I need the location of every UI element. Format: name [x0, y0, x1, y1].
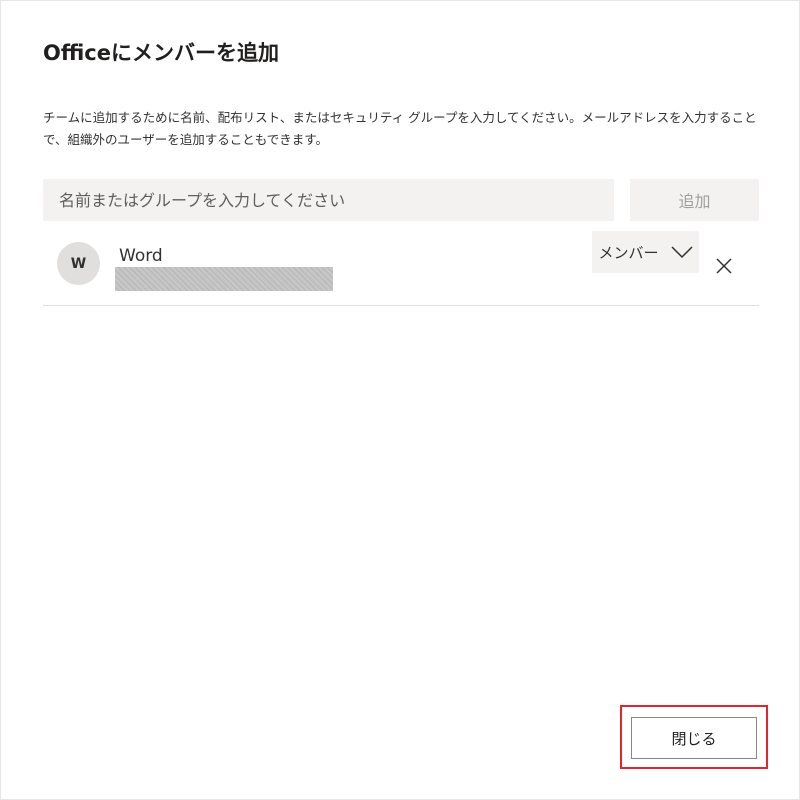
add-button[interactable]: 追加	[630, 179, 759, 221]
remove-member-button[interactable]	[711, 253, 737, 279]
redacted-email	[115, 267, 333, 291]
member-role-label: メンバー	[598, 243, 659, 262]
chevron-down-icon	[670, 246, 693, 259]
member-search-input[interactable]	[43, 179, 614, 221]
close-icon	[716, 258, 732, 274]
member-name: Word	[119, 246, 163, 266]
member-role-dropdown[interactable]: メンバー	[592, 231, 699, 273]
dialog-title: Officeにメンバーを追加	[43, 41, 279, 65]
avatar: W	[57, 242, 100, 285]
close-button[interactable]: 閉じる	[631, 717, 757, 759]
member-list-item: W Word メンバー	[43, 223, 759, 306]
dialog-description: チームに追加するために名前、配布リスト、またはセキュリティ グループを入力してく…	[43, 110, 757, 147]
add-members-dialog: Officeにメンバーを追加 チームに追加するために名前、配布リスト、またはセキ…	[0, 0, 800, 800]
